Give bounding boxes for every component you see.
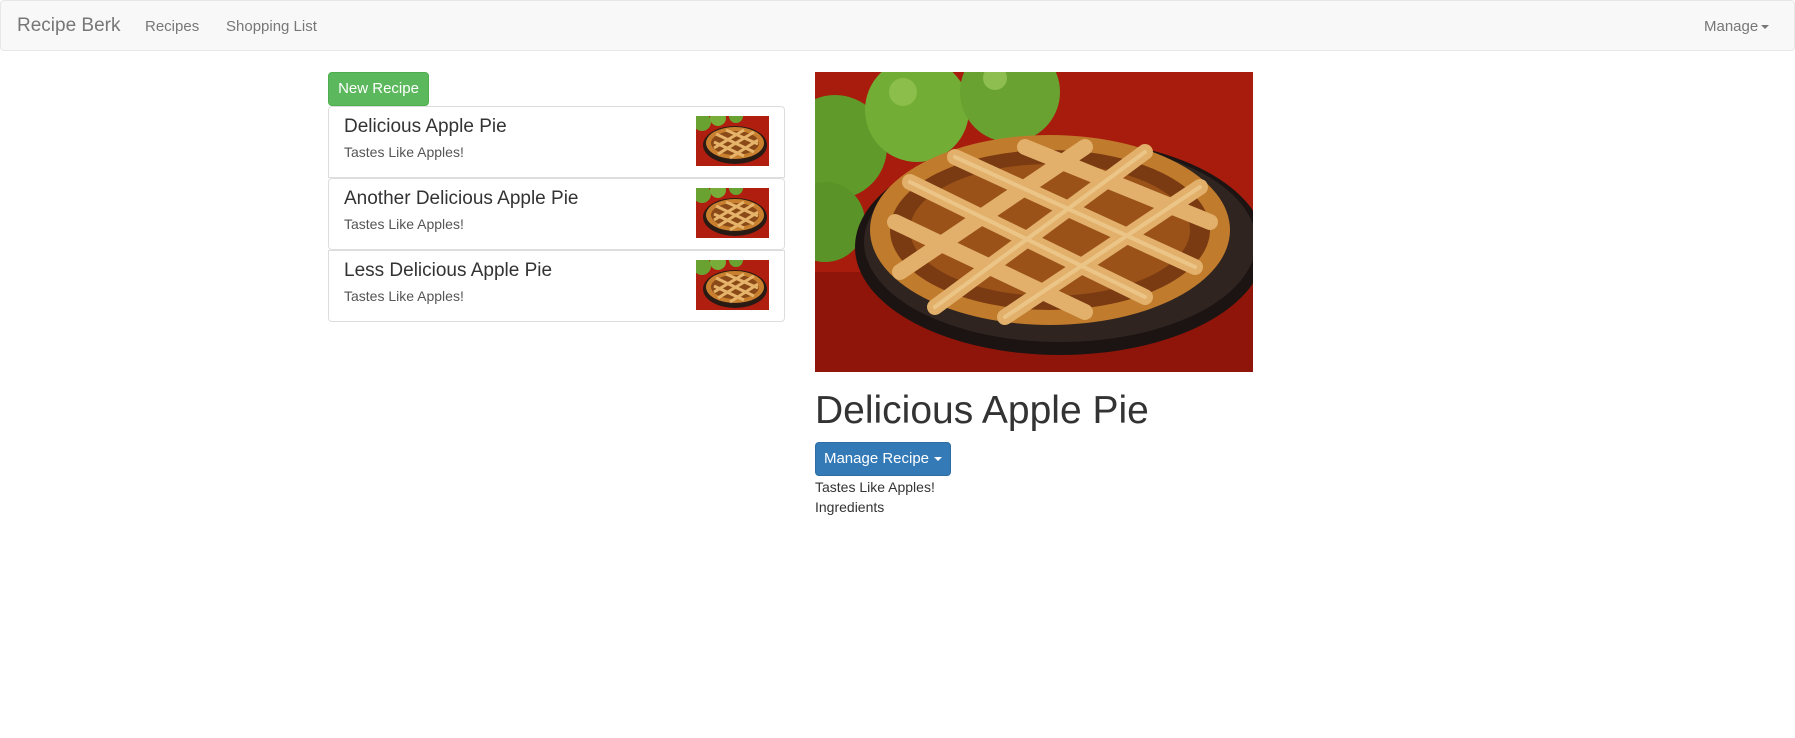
new-recipe-button[interactable]: New Recipe bbox=[328, 72, 429, 106]
nav-recipes-link[interactable]: Recipes bbox=[145, 18, 199, 36]
top-navbar: Recipe Berk Recipes Shopping List Manage bbox=[0, 0, 1795, 51]
recipe-item-description: Tastes Like Apples! bbox=[344, 216, 464, 232]
recipe-list-item[interactable]: Less Delicious Apple Pie Tastes Like App… bbox=[328, 250, 785, 322]
recipe-item-description: Tastes Like Apples! bbox=[344, 288, 464, 304]
recipe-list: Delicious Apple Pie Tastes Like Apples! bbox=[328, 106, 785, 322]
brand-link[interactable]: Recipe Berk bbox=[17, 16, 121, 36]
apple-pie-thumbnail-icon bbox=[696, 260, 769, 310]
recipe-detail-title: Delicious Apple Pie bbox=[815, 389, 1149, 432]
apple-pie-thumbnail-icon bbox=[696, 188, 769, 238]
manage-recipe-button[interactable]: Manage Recipe bbox=[815, 442, 951, 476]
manage-recipe-label: Manage Recipe bbox=[823, 450, 930, 467]
recipe-item-name: Delicious Apple Pie bbox=[344, 116, 507, 137]
recipe-list-item[interactable]: Delicious Apple Pie Tastes Like Apples! bbox=[328, 106, 785, 178]
recipe-item-name: Another Delicious Apple Pie bbox=[344, 188, 579, 209]
recipe-item-description: Tastes Like Apples! bbox=[344, 144, 464, 160]
apple-pie-thumbnail-icon bbox=[696, 116, 769, 166]
caret-down-icon bbox=[934, 457, 943, 462]
apple-pie-photo-icon bbox=[815, 72, 1253, 372]
caret-down-icon bbox=[1761, 25, 1770, 30]
recipe-item-name: Less Delicious Apple Pie bbox=[344, 260, 553, 281]
recipe-list-item[interactable]: Another Delicious Apple Pie Tastes Like … bbox=[328, 178, 785, 250]
recipe-detail-description: Tastes Like Apples! bbox=[815, 479, 935, 495]
nav-shopping-list-link[interactable]: Shopping List bbox=[226, 18, 317, 36]
manage-dropdown-label: Manage bbox=[1704, 18, 1759, 35]
manage-dropdown[interactable]: Manage bbox=[1704, 18, 1770, 36]
ingredients-heading: Ingredients bbox=[815, 499, 885, 515]
